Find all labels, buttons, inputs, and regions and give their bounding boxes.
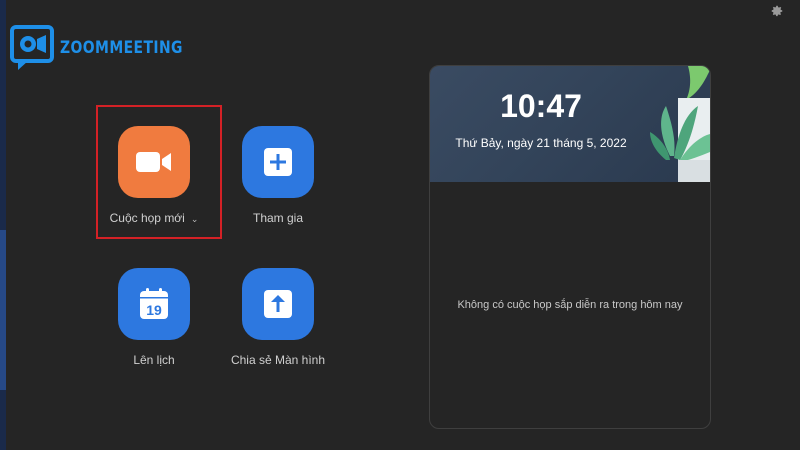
join-action[interactable]: Tham gia [218, 126, 338, 225]
schedule-label: Lên lịch [133, 353, 175, 367]
no-meetings-message: Không có cuộc họp sắp diễn ra trong hôm … [457, 299, 683, 311]
video-chat-logo-icon [10, 25, 54, 71]
new-meeting-label: Cuộc họp mới [109, 211, 185, 225]
brand: ZOOMMEETING [10, 25, 210, 71]
video-camera-icon [136, 152, 171, 172]
calendar-icon: 19 [140, 288, 168, 319]
brand-name: ZOOMMEETING [60, 38, 183, 58]
plant-illustration-icon [650, 66, 710, 182]
upcoming-meetings-panel: 10:47 Thứ Bảy, ngày 21 tháng 5, 2022 Khô… [429, 65, 711, 429]
schedule-action[interactable]: 19 Lên lịch [94, 268, 214, 367]
new-meeting-button[interactable] [118, 126, 190, 198]
schedule-button[interactable]: 19 [118, 268, 190, 340]
share-screen-action[interactable]: Chia sẻ Màn hình [218, 268, 338, 367]
panel-header: 10:47 Thứ Bảy, ngày 21 tháng 5, 2022 [430, 66, 710, 182]
new-meeting-action[interactable]: Cuộc họp mới ⌄ [94, 126, 214, 225]
chevron-down-icon[interactable]: ⌄ [191, 214, 199, 225]
clock-time: 10:47 [500, 88, 582, 124]
gear-icon-graphic [771, 5, 783, 17]
share-screen-arrow-icon [264, 290, 292, 318]
share-screen-button[interactable] [242, 268, 314, 340]
join-label: Tham gia [252, 211, 304, 225]
calendar-day: 19 [146, 302, 162, 318]
plus-icon [264, 148, 292, 176]
join-button[interactable] [242, 126, 314, 198]
share-screen-label: Chia sẻ Màn hình [230, 353, 326, 367]
gear-icon[interactable] [769, 4, 785, 20]
current-date: Thứ Bảy, ngày 21 tháng 5, 2022 [455, 136, 627, 150]
